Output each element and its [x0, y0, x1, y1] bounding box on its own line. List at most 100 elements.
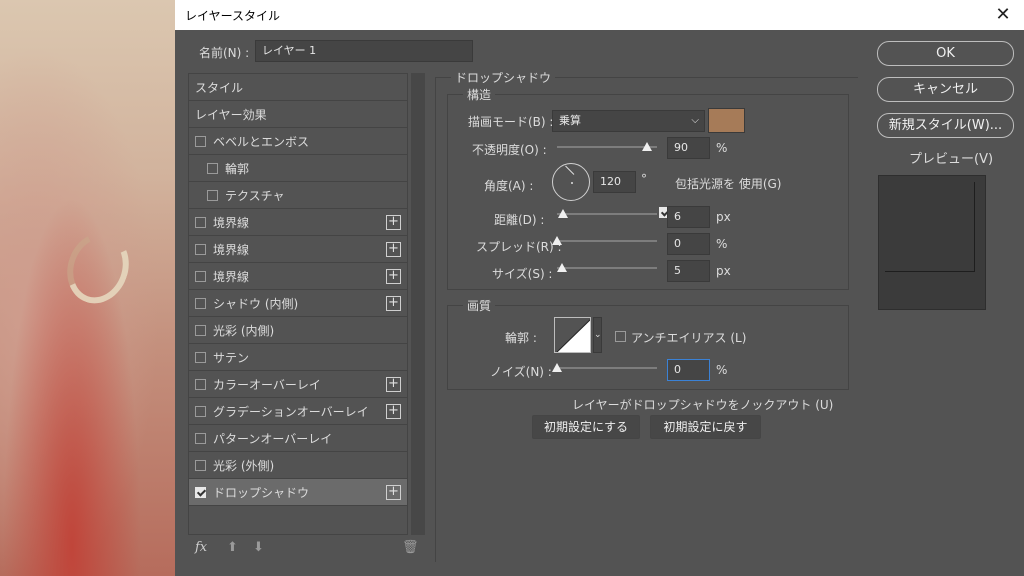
spread-input[interactable]: 0: [667, 233, 710, 255]
move-up-icon[interactable]: ⬆: [227, 540, 238, 555]
angle-dial-center: [571, 182, 573, 184]
style-list-item-label: パターンオーバーレイ: [213, 431, 333, 446]
style-checkbox[interactable]: [195, 243, 206, 255]
style-list-item[interactable]: パターンオーバーレイ: [189, 425, 407, 452]
style-checkbox[interactable]: [207, 189, 218, 201]
preview-label: プレビュー(V): [909, 152, 994, 167]
add-effect-icon[interactable]: +: [386, 242, 401, 257]
style-checkbox[interactable]: [195, 216, 206, 228]
style-list-footer: fx ⬆ ⬇ 🗑: [195, 540, 425, 560]
style-list-item-label: 光彩 (内側): [213, 323, 275, 338]
add-effect-icon[interactable]: +: [386, 404, 401, 419]
style-list-item[interactable]: ベベルとエンボス: [189, 128, 407, 155]
contour-dropdown[interactable]: ⌄: [593, 317, 602, 353]
ok-button[interactable]: OK: [877, 41, 1014, 66]
close-icon[interactable]: ✕: [992, 4, 1014, 26]
add-effect-icon[interactable]: +: [386, 269, 401, 284]
style-list-item[interactable]: 輪郭: [189, 155, 407, 182]
add-effect-icon[interactable]: +: [386, 485, 401, 500]
opacity-slider-handle[interactable]: [642, 142, 652, 151]
name-label: 名前(N) :: [199, 46, 250, 60]
blend-mode-select[interactable]: 乗算 ⌵: [552, 110, 705, 132]
blend-mode-value: 乗算: [559, 114, 581, 127]
distance-input[interactable]: 6: [667, 206, 710, 228]
style-checkbox[interactable]: [195, 270, 206, 282]
chevron-down-icon: ⌵: [691, 115, 699, 126]
style-list-item-label: レイヤー効果: [195, 107, 267, 122]
style-list-item[interactable]: シャドウ (内側) +: [189, 290, 407, 317]
angle-input[interactable]: 120: [593, 171, 636, 193]
make-default-button[interactable]: 初期設定にする: [532, 415, 640, 439]
noise-slider[interactable]: [557, 367, 657, 369]
degree-unit: °: [641, 172, 647, 186]
style-list-item[interactable]: 光彩 (外側): [189, 452, 407, 479]
style-list-item-label: 境界線: [213, 215, 250, 230]
style-list: スタイル レイヤー効果 ベベルとエンボス 輪郭 テクスチャ 境界線 + 境界線 + 境界線 + シャド…: [188, 73, 408, 535]
style-checkbox[interactable]: [195, 459, 206, 471]
style-list-item-label: シャドウ (内側): [213, 296, 299, 311]
reset-default-button[interactable]: 初期設定に戻す: [650, 415, 761, 439]
style-list-item[interactable]: スタイル: [189, 74, 407, 101]
distance-slider[interactable]: [557, 213, 657, 215]
window-title: レイヤースタイル: [185, 8, 281, 23]
style-list-item-label: 境界線: [213, 269, 250, 284]
layer-style-dialog: レイヤースタイル ✕ 名前(N) : レイヤー 1 スタイルレイヤー効果ベベルと…: [175, 0, 1024, 576]
noise-input[interactable]: 0: [667, 359, 710, 381]
fx-icon[interactable]: fx: [195, 540, 207, 555]
contour-preview[interactable]: [554, 317, 591, 353]
style-list-item[interactable]: カラーオーバーレイ +: [189, 371, 407, 398]
angle-dial[interactable]: [552, 163, 590, 201]
noise-unit: %: [716, 363, 728, 377]
size-input[interactable]: 5: [667, 260, 710, 282]
style-list-item-label: 輪郭: [225, 161, 250, 176]
opacity-label: 不透明度(O) :: [472, 143, 547, 157]
spread-slider-handle[interactable]: [552, 236, 562, 245]
new-style-button[interactable]: 新規スタイル(W)...: [877, 113, 1014, 138]
name-input[interactable]: レイヤー 1: [255, 40, 473, 62]
add-effect-icon[interactable]: +: [386, 215, 401, 230]
size-slider[interactable]: [557, 267, 657, 269]
contour-curve-icon: [556, 319, 590, 352]
opacity-input[interactable]: 90: [667, 137, 710, 159]
style-checkbox[interactable]: [195, 324, 206, 336]
style-list-item[interactable]: レイヤー効果: [189, 101, 407, 128]
style-checkbox[interactable]: [195, 297, 206, 309]
trash-icon[interactable]: 🗑: [402, 540, 419, 555]
style-list-scrollbar[interactable]: [411, 73, 425, 535]
style-list-item[interactable]: サテン: [189, 344, 407, 371]
style-checkbox[interactable]: [195, 378, 206, 390]
title-bar: レイヤースタイル ✕: [175, 0, 1024, 30]
style-list-item-label: グラデーションオーバーレイ: [213, 404, 369, 419]
style-checkbox[interactable]: [195, 405, 206, 417]
style-list-item[interactable]: 境界線 +: [189, 263, 407, 290]
add-effect-icon[interactable]: +: [386, 377, 401, 392]
style-list-item[interactable]: グラデーションオーバーレイ +: [189, 398, 407, 425]
style-list-item[interactable]: 境界線 +: [189, 209, 407, 236]
style-checkbox[interactable]: [207, 162, 218, 174]
move-down-icon[interactable]: ⬇: [253, 540, 264, 555]
style-list-item[interactable]: ドロップシャドウ +: [189, 479, 407, 506]
style-list-item-label: ベベルとエンボス: [213, 134, 310, 149]
style-list-item[interactable]: 境界線 +: [189, 236, 407, 263]
style-checkbox[interactable]: [195, 486, 206, 498]
style-checkbox[interactable]: [195, 351, 206, 363]
blend-mode-label: 描画モード(B) :: [468, 115, 554, 129]
style-list-item[interactable]: テクスチャ: [189, 182, 407, 209]
distance-slider-handle[interactable]: [558, 209, 568, 218]
spread-unit: %: [716, 237, 728, 251]
antialias-checkbox[interactable]: [615, 331, 626, 342]
structure-title: 構造: [463, 86, 496, 103]
style-checkbox[interactable]: [195, 432, 206, 444]
shadow-color-swatch[interactable]: [708, 108, 745, 133]
size-slider-handle[interactable]: [557, 263, 567, 272]
opacity-unit: %: [716, 141, 728, 155]
add-effect-icon[interactable]: +: [386, 296, 401, 311]
style-list-item[interactable]: 光彩 (内側): [189, 317, 407, 344]
spread-slider[interactable]: [557, 240, 657, 242]
knockout-label: レイヤーがドロップシャドウをノックアウト (U): [572, 398, 834, 412]
style-checkbox[interactable]: [195, 135, 206, 147]
preview-thumbnail: [878, 175, 986, 310]
global-light-label: 包括光源を 使用(G): [675, 177, 782, 191]
cancel-button[interactable]: キャンセル: [877, 77, 1014, 102]
noise-slider-handle[interactable]: [552, 363, 562, 372]
